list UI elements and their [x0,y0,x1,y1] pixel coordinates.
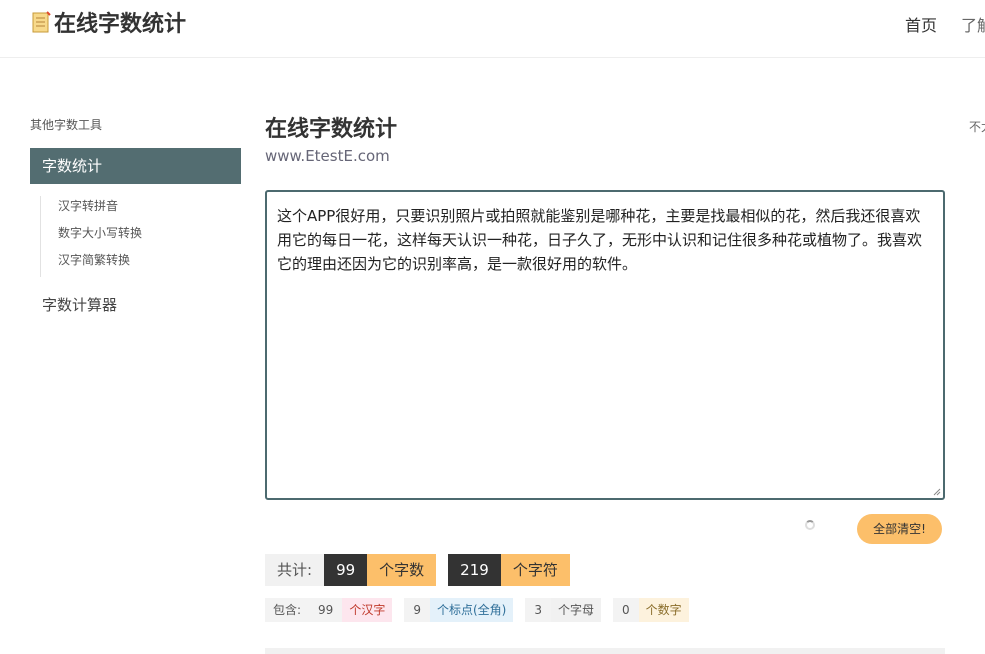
input-text: 这个APP很好用，只要识别照片或拍照就能鉴别是哪种花，主要是找最相似的花，然后我… [277,207,923,273]
logo-text: 在线字数统计 [54,12,187,37]
header: 在线字数统计 首页 了解 [0,0,985,58]
punct-count-value: 9 [404,598,430,622]
sidebar-title: 其他字数工具 [30,118,103,132]
word-count-unit: 个字数 [367,554,437,586]
digit-count-badge: 0 个数字 [613,598,689,622]
letter-count-value: 3 [525,598,551,622]
page-subtitle: www.EtestE.com [265,147,390,165]
sidebar-item-simplified-traditional[interactable]: 汉字简繁转换 [58,250,241,277]
sidebar-subitems: 汉字转拼音 数字大小写转换 汉字简繁转换 [40,196,241,277]
char-count-unit: 个字符 [500,554,570,586]
punct-count-badge: 9 个标点(全角) [404,598,514,622]
breakdown-label: 包含: [265,598,310,622]
page-title: 在线字数统计 [265,117,398,142]
han-count-badge: 99 个汉字 [309,598,393,622]
loading-spinner-icon [805,520,815,530]
digit-count-unit: 个数字 [638,598,689,622]
han-count-value: 99 [309,598,343,622]
clear-all-button[interactable]: 全部清空! [857,514,942,544]
sidebar: 其他字数工具 字数统计 汉字转拼音 数字大小写转换 汉字简繁转换 字数计算器 [30,116,241,315]
notebook-icon [32,11,51,33]
totals-row: 共计: 99 个字数 219 个字符 [265,554,945,586]
top-nav: 首页 了解 [905,12,985,36]
sidebar-item-calculator[interactable]: 字数计算器 [30,294,241,315]
sidebar-item-word-count[interactable]: 字数统计 [30,148,241,184]
bottom-panel [265,648,945,654]
digit-count-value: 0 [613,598,639,622]
totals-label: 共计: [265,554,325,586]
site-logo[interactable]: 在线字数统计 [30,6,186,38]
letter-count-badge: 3 个字母 [525,598,602,622]
char-count-value: 219 [448,554,501,586]
resize-handle-icon[interactable] [933,488,941,496]
letter-count-unit: 个字母 [551,598,602,622]
sidebar-item-pinyin[interactable]: 汉字转拼音 [58,196,241,223]
han-count-unit: 个汉字 [342,598,393,622]
nav-about[interactable]: 了解 [961,12,985,36]
breakdown-row: 包含: 99 个汉字 9 个标点(全角) 3 个字母 0 个数字 [265,598,945,622]
editor-actions: 全部清空! [265,500,945,546]
char-count-badge: 219 个字符 [448,554,570,586]
word-count-badge: 99 个字数 [324,554,437,586]
main-content: 在线字数统计 www.EtestE.com 这个APP很好用，只要识别照片或拍照… [265,114,945,622]
right-panel-text: 不太 [969,120,985,134]
punct-count-unit: 个标点(全角) [429,598,514,622]
nav-home[interactable]: 首页 [905,12,937,36]
sidebar-item-number-case[interactable]: 数字大小写转换 [58,223,241,250]
text-input-area[interactable]: 这个APP很好用，只要识别照片或拍照就能鉴别是哪种花，主要是找最相似的花，然后我… [265,190,945,500]
word-count-value: 99 [324,554,368,586]
